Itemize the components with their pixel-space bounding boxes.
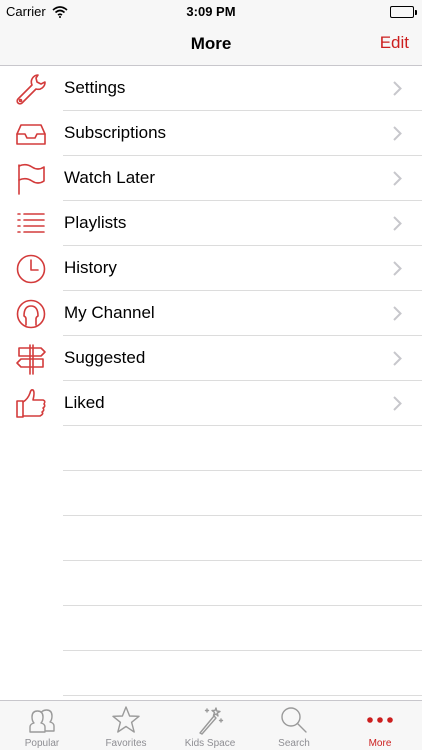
clock-icon [14,252,48,286]
tab-label: Kids Space [184,738,236,749]
edit-button[interactable]: Edit [380,33,409,53]
signpost-icon [14,342,48,376]
menu-item-label: Subscriptions [64,123,167,142]
star-icon [111,705,141,735]
wrench-icon [14,72,48,106]
navigation-bar: More Edit [0,24,422,66]
people-icon [27,705,57,735]
menu-item-label: My Channel [64,303,155,322]
thumbs-up-icon [14,387,48,421]
menu-item-playlists[interactable]: Playlists [0,201,422,246]
more-dots-icon [365,705,395,735]
chevron-right-icon [393,351,402,371]
menu-item-my-channel[interactable]: My Channel [0,291,422,336]
tab-label: Search [278,738,310,749]
empty-row [0,606,422,651]
tab-popular[interactable]: Popular [0,701,84,750]
list-icon [14,207,48,241]
tab-label: More [368,738,392,749]
more-menu-list: Settings Subscriptions Watch Later Playl… [0,66,422,741]
page-title: More [190,34,232,53]
menu-item-label: Watch Later [64,168,156,187]
tab-search[interactable]: Search [252,701,336,750]
menu-item-liked[interactable]: Liked [0,381,422,426]
menu-item-suggested[interactable]: Suggested [0,336,422,381]
menu-item-watch-later[interactable]: Watch Later [0,156,422,201]
battery-icon [390,6,417,18]
menu-item-label: Suggested [64,348,146,367]
empty-row [0,516,422,561]
tab-more[interactable]: More [338,701,422,750]
magnifier-icon [279,705,309,735]
empty-row [0,471,422,516]
menu-item-label: Settings [64,78,126,97]
tab-favorites[interactable]: Favorites [84,701,168,750]
menu-item-label: Liked [64,393,105,412]
chevron-right-icon [393,216,402,236]
empty-row [0,651,422,696]
empty-row [0,426,422,471]
status-time: 3:09 PM [186,4,236,19]
menu-item-label: Playlists [64,213,127,232]
tab-label: Popular [24,738,60,749]
menu-item-settings[interactable]: Settings [0,66,422,111]
flag-icon [14,162,48,196]
chevron-right-icon [393,306,402,326]
chevron-right-icon [393,261,402,281]
inbox-tray-icon [14,117,48,151]
chevron-right-icon [393,171,402,191]
magic-wand-icon [195,705,225,735]
status-bar: Carrier 3:09 PM [0,0,422,24]
menu-item-label: History [64,258,117,277]
chevron-right-icon [393,396,402,416]
tab-kids-space[interactable]: Kids Space [168,701,252,750]
chevron-right-icon [393,126,402,146]
user-circle-icon [14,297,48,331]
chevron-right-icon [393,81,402,101]
menu-item-history[interactable]: History [0,246,422,291]
tab-bar: Popular Favorites Kids Space Search More [0,700,422,750]
empty-row [0,561,422,606]
tab-label: Favorites [105,738,147,749]
menu-item-subscriptions[interactable]: Subscriptions [0,111,422,156]
